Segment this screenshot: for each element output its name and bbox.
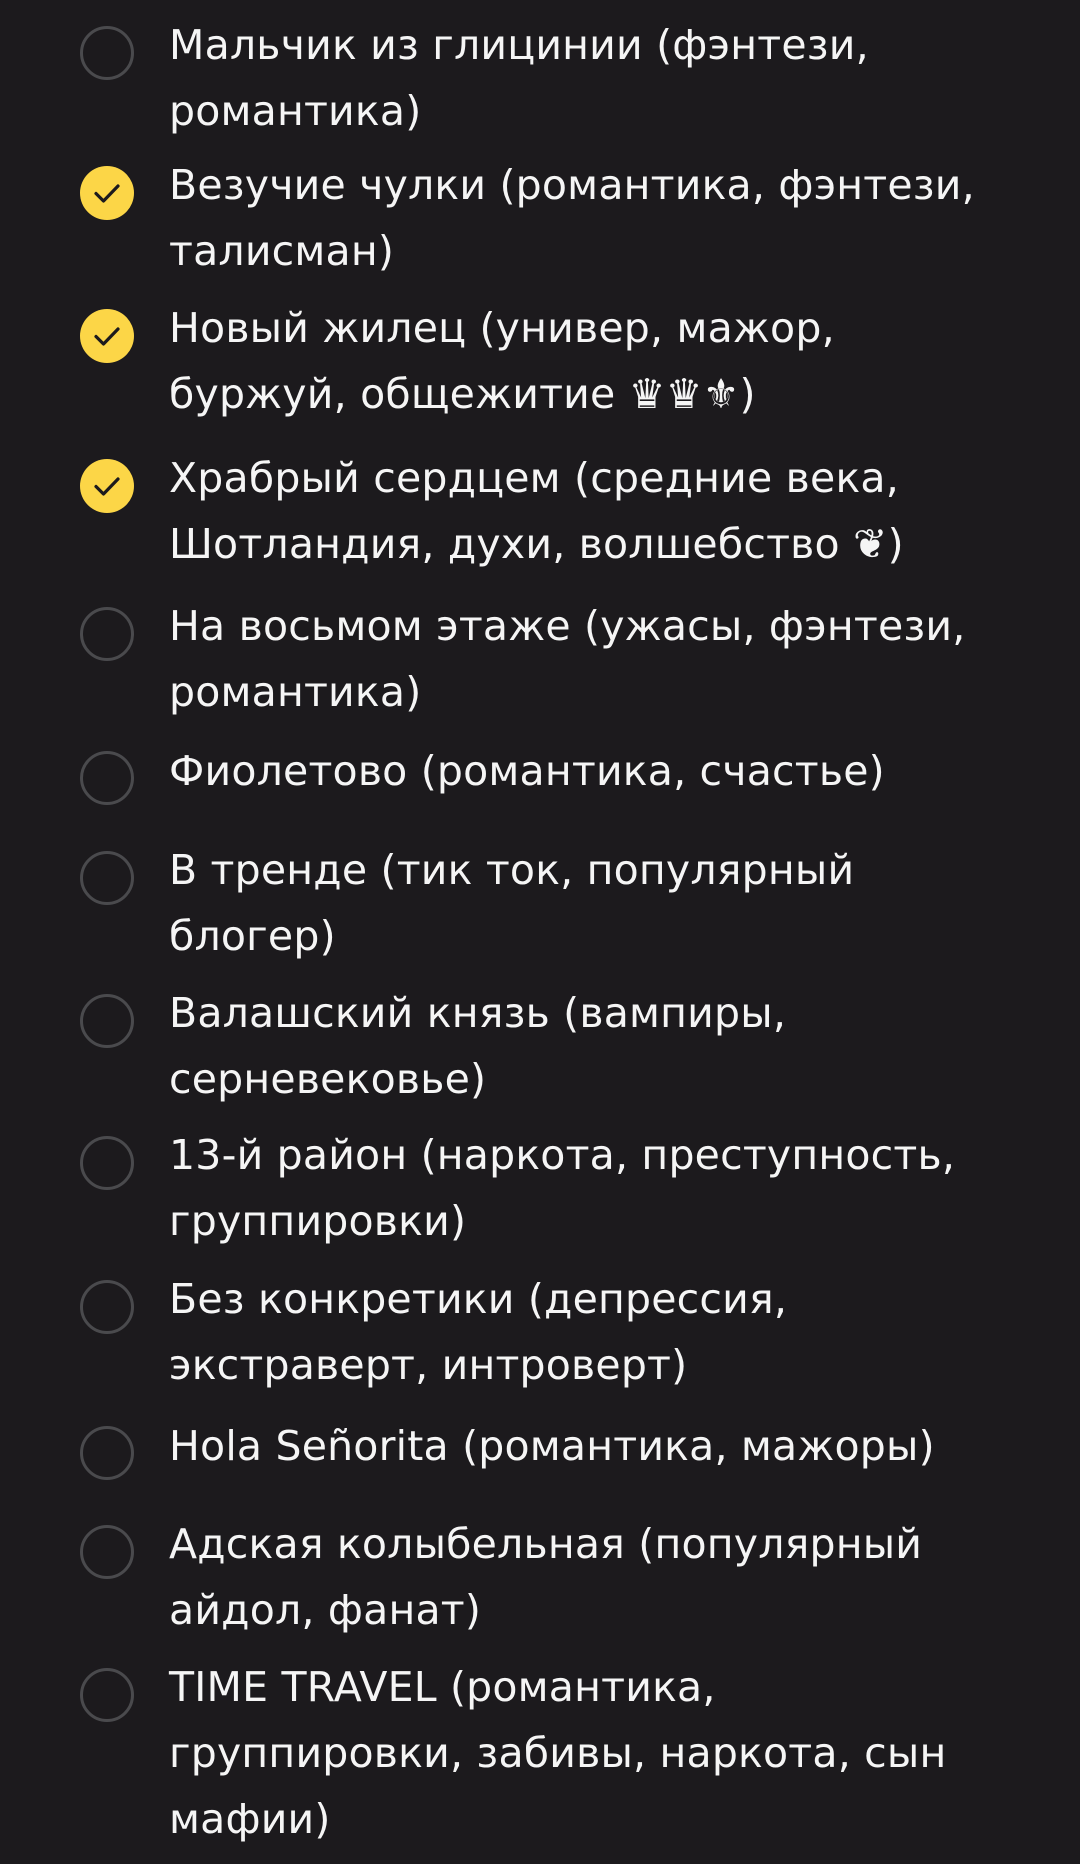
poll-option-label: Мальчик из глицинии (фэнтези, романтика)	[169, 21, 869, 135]
poll-option-label: В тренде (тик ток, популярный блогер)	[169, 846, 855, 960]
radio-unchecked-icon[interactable]	[80, 1280, 134, 1334]
poll-option-label: Hola Señorita (романтика, мажоры)	[169, 1422, 935, 1470]
radio-unchecked-icon[interactable]	[80, 994, 134, 1048]
radio-unchecked-icon[interactable]	[80, 851, 134, 905]
radio-unchecked-icon[interactable]	[80, 1426, 134, 1480]
poll-option-label: Новый жилец (универ, мажор, буржуй, обще…	[169, 304, 835, 418]
poll-option-label: Фиолетово (романтика, счастье)	[169, 747, 885, 795]
poll-option-label: Адская колыбельная (популярный айдол, фа…	[169, 1520, 923, 1634]
radio-unchecked-icon[interactable]	[80, 1525, 134, 1579]
poll-option-label: Валашский князь (вампиры, серневековье)	[169, 989, 787, 1103]
poll-option-label: Храбрый сердцем (средние века, Шотландия…	[169, 454, 904, 568]
checkmark-icon[interactable]	[80, 309, 134, 363]
radio-unchecked-icon[interactable]	[80, 26, 134, 80]
poll-options-list: Мальчик из глицинии (фэнтези, романтика)…	[0, 0, 1080, 1864]
poll-option-label: 13-й район (наркота, преступность, групп…	[169, 1131, 956, 1245]
poll-option-label: Без конкретики (депрессия, экстраверт, и…	[169, 1275, 788, 1389]
poll-option-label: На восьмом этаже (ужасы, фэнтези, романт…	[169, 602, 966, 716]
poll-option-label: Везучие чулки (романтика, фэнтези, талис…	[169, 161, 975, 275]
checkmark-icon[interactable]	[80, 166, 134, 220]
radio-unchecked-icon[interactable]	[80, 1668, 134, 1722]
radio-unchecked-icon[interactable]	[80, 607, 134, 661]
poll-option-label: TIME TRAVEL (романтика, группировки, заб…	[169, 1663, 947, 1843]
radio-unchecked-icon[interactable]	[80, 1136, 134, 1190]
radio-unchecked-icon[interactable]	[80, 751, 134, 805]
checkmark-icon[interactable]	[80, 459, 134, 513]
